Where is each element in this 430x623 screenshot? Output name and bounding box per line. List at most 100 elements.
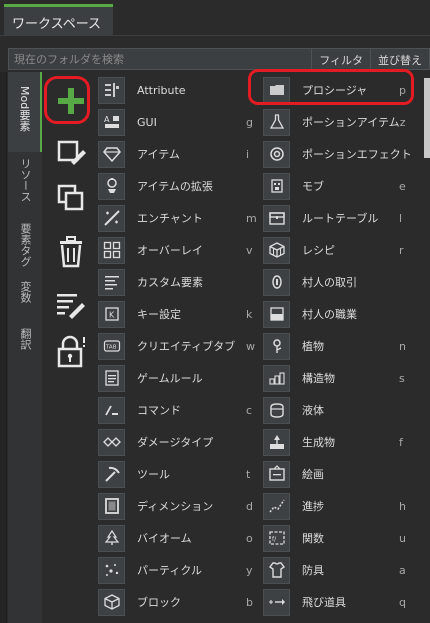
element-attribute[interactable]: Attribute [98,75,260,105]
element-label: ゲームルール [137,372,203,385]
element-shortcut: m [246,211,257,225]
element-item-extension[interactable]: アイテムの拡張 [98,171,260,201]
scrollbar-thumb[interactable] [424,78,430,158]
vtab-translation[interactable]: 翻訳 [8,322,42,362]
element-command[interactable]: コマンド c [98,395,260,425]
element-label: 防具 [302,564,324,577]
svg-text:TAB: TAB [105,345,117,351]
element-keybind[interactable]: K キー設定 k [98,299,260,329]
element-gamerule[interactable]: ゲームルール [98,363,260,393]
villager-trade-icon [263,268,290,296]
vtab-mod-elements[interactable]: Mod要素 [8,72,42,152]
element-function[interactable]: f/関数 u [263,523,413,553]
edit-icon [57,140,86,165]
search-input[interactable] [9,49,312,69]
element-recipe[interactable]: レシピ r [263,235,413,265]
element-potion-effect[interactable]: ポーションエフェクト [263,139,413,169]
pickaxe-icon [98,460,125,488]
keybind-icon: K [98,300,125,328]
potion-effect-icon [263,140,290,168]
rename-element-button[interactable] [52,285,90,323]
element-label: コマンド [137,404,181,417]
collapsed-side-panel[interactable] [0,72,7,623]
element-shortcut: e [399,179,406,193]
element-label: キー設定 [137,308,181,321]
action-toolbar [42,72,98,623]
element-label: ツール [137,468,170,481]
element-gui[interactable]: A GUI g [98,107,260,137]
element-mob[interactable]: モブ e [263,171,413,201]
element-shortcut: z [399,115,406,129]
element-loot-table[interactable]: ルートテーブル l [263,203,413,233]
element-dimension[interactable]: ディメンション d [98,491,260,521]
advancement-icon [263,492,290,520]
vtab-variables[interactable]: 変数 [8,277,42,317]
item-extension-icon [98,172,125,200]
element-tool[interactable]: ツール t [98,459,260,489]
element-projectile[interactable]: 飛び道具 q [263,587,413,617]
structure-icon [263,364,290,392]
lock-element-button[interactable] [52,333,90,371]
element-item[interactable]: アイテム i [98,139,260,169]
search-bar: フィルタ 並び替え [8,48,430,70]
element-label: オーバーレイ [137,244,203,257]
duplicate-element-button[interactable] [52,179,90,217]
dimension-icon [98,492,125,520]
vertical-tab-strip: Mod要素 リソース 要素タグ 変数 翻訳 [8,72,42,623]
element-label: ディメンション [137,500,214,513]
element-painting[interactable]: 絵画 [263,459,413,489]
element-potion-item[interactable]: ポーションアイテム z [263,107,413,137]
element-particle[interactable]: パーティクル y [98,555,260,585]
element-label: クリエイティブタブ [137,340,236,353]
element-structure[interactable]: 構造物 s [263,363,413,393]
vtab-label: 変数 [19,281,32,303]
element-biome[interactable]: バイオーム o [98,523,260,553]
element-label: ルートテーブル [302,212,379,225]
element-label: モブ [302,180,324,193]
edit-element-button[interactable] [52,133,90,171]
element-damage-type[interactable]: ダメージタイプ [98,427,260,457]
element-block[interactable]: ブロック b [98,587,260,617]
element-feature[interactable]: 生成物 f [263,427,413,457]
highlight-add-button [44,76,90,124]
recipe-icon [263,236,290,264]
element-creative-tab[interactable]: TAB クリエイティブタブ w [98,331,260,361]
element-label: 村人の取引 [302,276,357,289]
element-shortcut: k [246,307,253,321]
element-shortcut: d [246,499,253,513]
element-advancement[interactable]: 進捗 h [263,491,413,521]
vtab-resources[interactable]: リソース [8,152,42,217]
vtab-element-tags[interactable]: 要素タグ [8,217,42,277]
element-label: 絵画 [302,468,324,481]
function-icon: f/ [263,524,290,552]
element-custom[interactable]: カスタム要素 [98,267,260,297]
element-label: 植物 [302,340,324,353]
duplicate-icon [57,184,84,211]
element-villager-profession[interactable]: 村人の職業 [263,299,413,329]
block-icon [98,588,125,616]
element-shortcut: c [246,403,253,417]
fluid-icon [263,396,290,424]
element-fluid[interactable]: 液体 [263,395,413,425]
element-shortcut: h [399,499,406,513]
element-overlay[interactable]: オーバーレイ v [98,235,260,265]
element-label: エンチャント [137,212,203,225]
element-shortcut: r [399,243,404,257]
element-label: 生成物 [302,436,335,449]
delete-element-button[interactable] [52,233,90,271]
element-shortcut: u [399,531,406,545]
overlay-icon [98,236,125,264]
element-enchantment[interactable]: エンチャント m [98,203,260,233]
element-plant[interactable]: 植物 n [263,331,413,361]
tab-workspace[interactable]: ワークスペース [4,4,113,36]
element-shortcut: w [246,339,255,353]
sort-button[interactable]: 並び替え [370,49,429,69]
element-shortcut: y [246,563,253,577]
damage-type-icon [98,428,125,456]
filter-button[interactable]: フィルタ [311,49,370,69]
element-villager-trade[interactable]: 村人の取引 [263,267,413,297]
element-armor[interactable]: 防具 a [263,555,413,585]
svg-text:A: A [104,115,110,124]
element-label: ポーションエフェクト [302,148,412,161]
element-label: レシピ [302,244,335,257]
